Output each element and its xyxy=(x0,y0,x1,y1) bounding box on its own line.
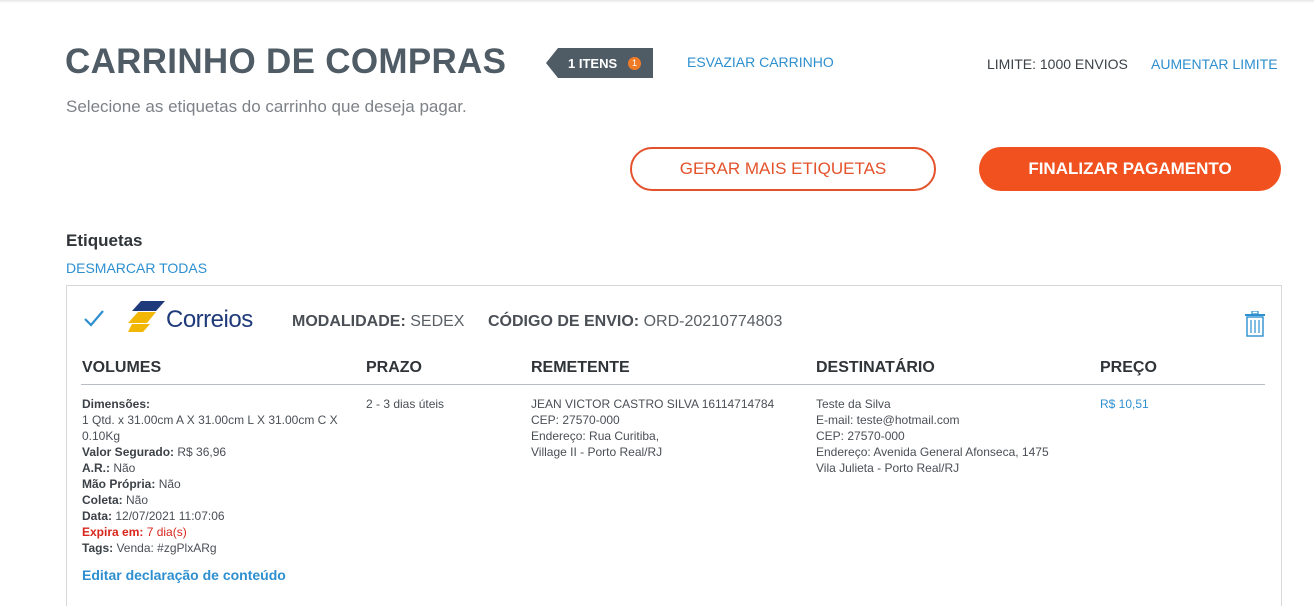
modality-label: MODALIDADE: xyxy=(292,313,406,330)
recipient-line: Endereço: Avenida General Afonseca, 1475 xyxy=(816,445,1049,459)
limit-text: LIMITE: 1000 ENVIOS xyxy=(987,56,1128,72)
check-icon[interactable] xyxy=(83,308,105,333)
tags-value: Tags: Venda: #zgPlxARg xyxy=(82,541,217,555)
recipient-cell: Teste da Silva E-mail: teste@hotmail.com… xyxy=(816,396,1049,476)
items-count-badge: 1 xyxy=(628,57,641,70)
top-shadow xyxy=(0,0,1314,3)
recipient-line: CEP: 27570-000 xyxy=(816,429,905,443)
checkout-button[interactable]: FINALIZAR PAGAMENTO xyxy=(979,147,1281,191)
price-value: R$ 10,51 xyxy=(1100,397,1149,411)
sender-line: Endereço: Rua Curitiba, xyxy=(531,429,660,443)
pickup-value: Coleta: Não xyxy=(82,493,149,507)
trash-icon[interactable] xyxy=(1244,310,1266,342)
edit-declaration-link[interactable]: Editar declaração de conteúdo xyxy=(82,567,286,583)
labels-section-title: Etiquetas xyxy=(66,231,143,250)
page-subtitle: Selecione as etiquetas do carrinho que d… xyxy=(66,97,467,116)
column-header-recipient: DESTINATÁRIO xyxy=(816,359,935,376)
shipping-code-label: CÓDIGO DE ENVIO: xyxy=(488,313,640,330)
insured-value: Valor Segurado: R$ 36,96 xyxy=(82,445,227,459)
own-hand-value: Mão Própria: Não xyxy=(82,477,181,491)
generate-more-labels-button[interactable]: GERAR MAIS ETIQUETAS xyxy=(630,147,936,191)
unselect-all-link[interactable]: DESMARCAR TODAS xyxy=(66,260,207,276)
items-label: 1 ITENS xyxy=(568,56,618,71)
dimensions-weight: 0.10Kg xyxy=(82,429,121,443)
recipient-line: Vila Julieta - Porto Real/RJ xyxy=(816,461,960,475)
correios-logo-mark xyxy=(128,301,165,332)
dimensions-line: 1 Qtd. x 31.00cm A X 31.00cm L X 31.00cm… xyxy=(82,413,338,427)
column-header-price: PREÇO xyxy=(1100,359,1157,376)
recipient-line: Teste da Silva xyxy=(816,397,891,411)
sender-cell: JEAN VICTOR CASTRO SILVA 16114714784 CEP… xyxy=(531,396,774,460)
page-title: CARRINHO DE COMPRAS xyxy=(65,42,507,81)
sender-line: Village II - Porto Real/RJ xyxy=(531,445,663,459)
modality: MODALIDADE: SEDEX xyxy=(292,313,464,331)
deadline-cell: 2 - 3 dias úteis xyxy=(366,397,445,411)
shipping-code: CÓDIGO DE ENVIO: ORD-20210774803 xyxy=(488,313,782,331)
ar-value: A.R.: Não xyxy=(82,461,136,475)
column-header-deadline: PRAZO xyxy=(366,359,422,376)
column-header-volumes: VOLUMES xyxy=(82,359,162,376)
sender-line: CEP: 27570-000 xyxy=(531,413,620,427)
sender-line: JEAN VICTOR CASTRO SILVA 16114714784 xyxy=(531,397,775,411)
correios-logo: Correios xyxy=(128,301,263,333)
date-value: Data: 12/07/2021 11:07:06 xyxy=(82,509,225,523)
items-badge: 1 ITENS 1 xyxy=(546,48,653,78)
header-divider xyxy=(81,384,1265,385)
column-header-sender: REMETENTE xyxy=(531,359,630,376)
empty-cart-link[interactable]: ESVAZIAR CARRINHO xyxy=(687,54,834,70)
shipping-code-value: ORD-20210774803 xyxy=(643,313,783,330)
dimensions-label: Dimensões: xyxy=(82,397,151,411)
recipient-line: E-mail: teste@hotmail.com xyxy=(816,413,960,427)
carrier-name: Correios xyxy=(166,306,253,333)
modality-value: SEDEX xyxy=(410,313,465,330)
increase-limit-link[interactable]: AUMENTAR LIMITE xyxy=(1151,56,1278,72)
expires-value: Expira em: 7 dia(s) xyxy=(82,525,187,539)
volumes-cell: Dimensões: 1 Qtd. x 31.00cm A X 31.00cm … xyxy=(82,396,352,556)
